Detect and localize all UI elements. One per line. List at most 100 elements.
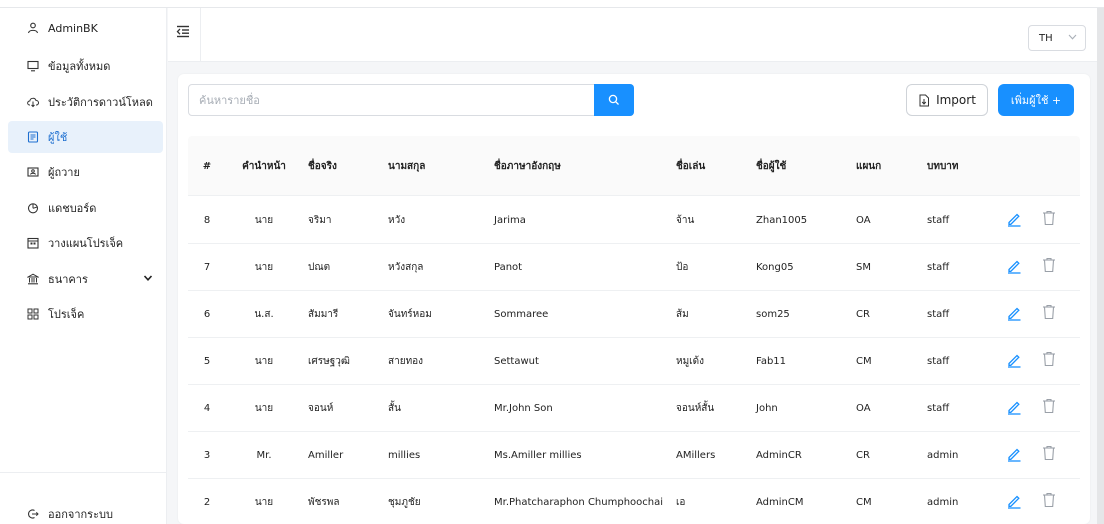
edit-icon[interactable]	[1006, 446, 1022, 462]
table-row: 2 นาย พัชรพล ชุมภูชัย Mr.Phatcharaphon Chump…	[188, 479, 1080, 524]
trash-icon[interactable]	[1042, 304, 1056, 320]
trash-icon[interactable]	[1042, 257, 1056, 273]
trash-icon[interactable]	[1042, 492, 1056, 508]
cell-last-name: หวัง	[388, 214, 406, 226]
logout-label: ออกจากระบบ	[48, 508, 113, 521]
edit-icon[interactable]	[1006, 399, 1022, 415]
cell-english-name: Sommaree	[494, 308, 549, 320]
sidebar-item-download-history[interactable]: ประวัติการดาวน์โหลด	[8, 86, 163, 118]
sidebar-item-bank[interactable]: ธนาคาร	[8, 263, 163, 295]
user-icon	[26, 21, 40, 35]
header-divider	[200, 8, 201, 62]
sidebar-item-project-plan[interactable]: วางแผนโปรเจ็ค	[8, 227, 163, 259]
cell-english-name: Settawut	[494, 355, 539, 367]
menu-fold-icon[interactable]	[174, 22, 192, 40]
cell-role: staff	[927, 261, 950, 273]
edit-icon[interactable]	[1006, 211, 1022, 227]
sidebar-item-all-data[interactable]: ข้อมูลทั้งหมด	[8, 50, 163, 82]
cell-prefix: นาย	[254, 261, 274, 273]
sidebar-item-label: AdminBK	[48, 21, 98, 35]
sidebar-item-label: วางแผนโปรเจ็ค	[48, 237, 124, 250]
import-button[interactable]: Import	[906, 84, 988, 116]
cell-last-name: ชุมภูชัย	[388, 496, 421, 508]
cell-prefix: นาย	[254, 355, 274, 367]
cell-role: staff	[927, 402, 950, 414]
cell-nickname: จอนห์สั้น	[676, 402, 715, 414]
chevron-down-icon[interactable]	[143, 274, 153, 285]
table-row: 5 นาย เศรษฐวุฒิ สายทอง Settawut หมูเด้ง Fab11 C…	[188, 338, 1080, 385]
monitor-icon	[26, 59, 40, 73]
column-header-english-name: ชื่อภาษาอังกฤษ	[494, 160, 561, 172]
sidebar-item-profile[interactable]: AdminBK	[8, 12, 163, 44]
edit-icon[interactable]	[1006, 352, 1022, 368]
table-row: 7 นาย ปณต หวังสกุล Panot ป้อ Kong05 SM staff	[188, 244, 1080, 291]
cell-english-name: Panot	[494, 261, 523, 273]
table-row: 3 Mr. Amiller millies Ms.Amiller millies AMil…	[188, 432, 1080, 479]
search-input[interactable]	[189, 85, 596, 115]
cell-role: staff	[927, 214, 950, 226]
column-header-role: บทบาท	[927, 160, 959, 172]
cell-no: 3	[203, 449, 211, 461]
edit-icon[interactable]	[1006, 493, 1022, 509]
search-button[interactable]	[594, 84, 634, 116]
cell-first-name: เศรษฐวุฒิ	[308, 355, 350, 367]
cell-username: Zhan1005	[756, 214, 808, 226]
table-row: 4 นาย จอนห์ สั้น Mr.John Son จอนห์สั้น John OA s…	[188, 385, 1080, 432]
cell-no: 5	[203, 355, 211, 367]
users-panel: Import เพิ่มผู้ใช้ + # คำนำหน้า ชื่อจริง…	[178, 74, 1090, 524]
cell-department: OA	[856, 214, 871, 226]
logout-button[interactable]: ออกจากระบบ	[8, 498, 163, 524]
cell-first-name: ปณต	[308, 261, 331, 273]
cloud-download-icon	[26, 95, 40, 109]
column-header-nickname: ชื่อเล่น	[676, 160, 706, 172]
chevron-down-icon	[1068, 33, 1077, 43]
cell-username: AdminCR	[756, 449, 802, 461]
sidebar-item-dashboard[interactable]: แดชบอร์ด	[8, 192, 163, 224]
logout-icon	[26, 507, 40, 521]
sidebar-item-users[interactable]: ผู้ใช้	[8, 121, 163, 153]
cell-english-name: Mr.Phatcharaphon Chumphoochai	[494, 496, 664, 508]
top-edge	[0, 0, 1104, 8]
language-select[interactable]: TH	[1028, 25, 1086, 51]
trash-icon[interactable]	[1042, 445, 1056, 461]
cell-english-name: Mr.John Son	[494, 402, 553, 414]
sidebar: AdminBK ข้อมูลทั้งหมด ประวัติการดาวน์โหล…	[0, 8, 167, 524]
sidebar-item-project[interactable]: โปรเจ็ค	[8, 298, 163, 330]
cell-role: admin	[927, 449, 959, 461]
cell-department: CR	[856, 449, 870, 461]
cell-username: John	[756, 402, 778, 414]
import-label: Import	[936, 93, 976, 107]
table-row: 8 นาย จริมา หวัง Jarima จ้าน Zhan1005 OA staff	[188, 197, 1080, 244]
column-header-last-name: นามสกุล	[388, 160, 426, 172]
search-icon	[608, 91, 620, 110]
add-user-label: เพิ่มผู้ใช้ +	[1010, 94, 1062, 107]
cell-last-name: หวังสกุล	[388, 261, 424, 273]
column-header-department: แผนก	[856, 160, 882, 172]
top-header: TH	[168, 8, 1104, 62]
cell-first-name: Amiller	[308, 449, 344, 461]
sidebar-item-label: ผู้ใช้	[48, 131, 68, 144]
cell-role: admin	[927, 496, 959, 508]
cell-prefix: นาย	[254, 214, 274, 226]
trash-icon[interactable]	[1042, 351, 1056, 367]
sidebar-item-label: ผู้ถวาย	[48, 166, 80, 179]
project-icon	[26, 307, 40, 321]
sidebar-item-donors[interactable]: ผู้ถวาย	[8, 156, 163, 188]
cell-prefix: น.ส.	[254, 308, 274, 320]
add-user-button[interactable]: เพิ่มผู้ใช้ +	[998, 84, 1074, 116]
cell-last-name: จันทร์หอม	[388, 308, 432, 320]
cell-nickname: หมูเด้ง	[676, 355, 704, 367]
cell-username: Kong05	[756, 261, 794, 273]
trash-icon[interactable]	[1042, 210, 1056, 226]
column-header-username: ชื่อผู้ใช้	[756, 160, 787, 172]
page-scrollbar[interactable]	[1097, 8, 1104, 524]
table-header: # คำนำหน้า ชื่อจริง นามสกุล ชื่อภาษาอังก…	[188, 136, 1080, 196]
cell-role: staff	[927, 308, 950, 320]
sidebar-item-label: ข้อมูลทั้งหมด	[48, 60, 111, 73]
cell-department: OA	[856, 402, 871, 414]
cell-english-name: Jarima	[494, 214, 526, 226]
edit-icon[interactable]	[1006, 305, 1022, 321]
edit-icon[interactable]	[1006, 258, 1022, 274]
search-box	[188, 84, 634, 116]
trash-icon[interactable]	[1042, 398, 1056, 414]
